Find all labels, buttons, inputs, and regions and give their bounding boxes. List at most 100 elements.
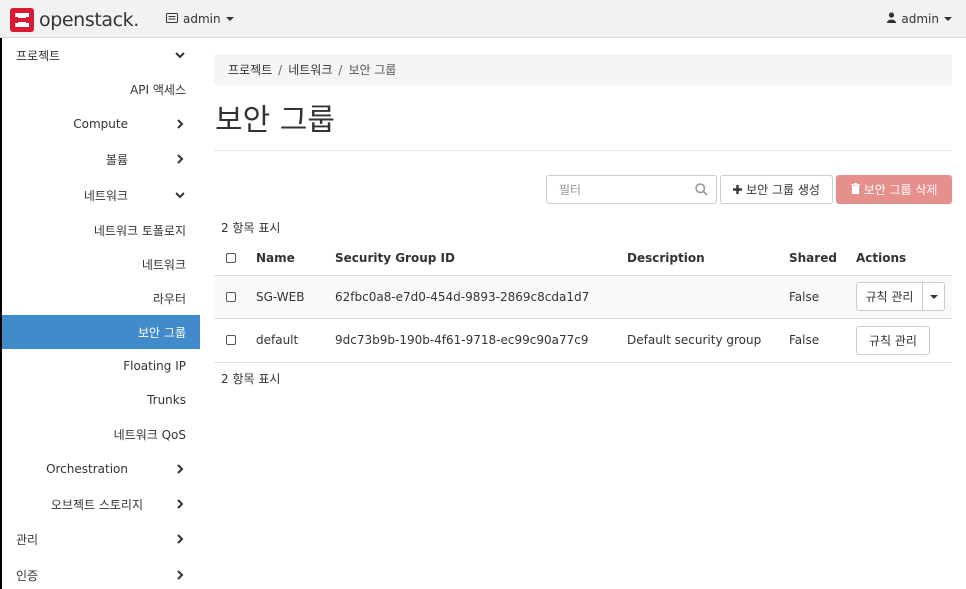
sidebar-item-routers[interactable]: 라우터 (2, 281, 200, 315)
cell-shared: False (789, 275, 856, 319)
security-groups-table: Name Security Group ID Description Share… (214, 242, 952, 363)
search-icon[interactable] (695, 183, 708, 199)
item-count-bottom: 2 항목 표시 (221, 372, 281, 386)
sidebar-item-label: Compute (73, 117, 128, 131)
row-action-group: 규칙 관리 (856, 282, 952, 311)
sidebar-item-network-qos[interactable]: 네트워크 QoS (2, 417, 200, 451)
sidebar-item-label: 보안 그룹 (138, 325, 186, 340)
user-name: admin (901, 12, 939, 26)
delete-security-groups-button[interactable]: 보안 그룹 삭제 (836, 175, 952, 204)
sidebar-item-label: Trunks (147, 393, 186, 407)
sidebar-item-trunks[interactable]: Trunks (2, 383, 200, 417)
column-header-description[interactable]: Description (627, 242, 789, 276)
chevron-right-icon (177, 534, 184, 544)
cell-description: Default security group (627, 318, 789, 363)
cell-name: SG-WEB (256, 275, 335, 319)
row-checkbox[interactable] (226, 291, 236, 302)
openstack-logo-icon (10, 8, 34, 32)
sidebar-item-label: 네트워크 토폴로지 (93, 223, 186, 238)
breadcrumb-separator: / (278, 62, 283, 77)
sidebar-item-label: 프로젝트 (16, 48, 61, 63)
chevron-down-icon (175, 192, 185, 199)
breadcrumb-link-project[interactable]: 프로젝트 (228, 61, 272, 78)
column-header-name[interactable]: Name (256, 242, 335, 276)
sidebar-item-project[interactable]: 프로젝트 (2, 38, 200, 72)
chevron-right-icon (177, 464, 184, 474)
filter-field (546, 175, 717, 204)
brand-name: openstack. (39, 9, 139, 31)
user-dropdown[interactable]: admin (887, 12, 952, 26)
project-name: admin (183, 12, 221, 26)
caret-down-icon (929, 294, 938, 299)
manage-rules-button[interactable]: 규칙 관리 (856, 325, 930, 355)
sidebar-item-label: Floating IP (123, 359, 186, 373)
cell-actions: 규칙 관리 (856, 318, 952, 363)
chevron-right-icon (177, 499, 184, 509)
chevron-right-icon (177, 119, 184, 129)
sidebar-item-label: 네트워크 (141, 257, 186, 272)
sidebar-item-label: 관리 (16, 532, 39, 547)
project-list-icon (166, 12, 178, 26)
sidebar-item-admin[interactable]: 관리 (2, 522, 200, 556)
create-security-group-button[interactable]: 보안 그룹 생성 (720, 175, 833, 204)
row-select-cell (214, 318, 256, 363)
column-header-shared[interactable]: Shared (789, 242, 856, 276)
title-divider (214, 150, 952, 151)
select-all-header (214, 242, 256, 276)
cell-id[interactable]: 62fbc0a8-e7d0-454d-9893-2869c8cda1d7 (335, 275, 627, 319)
cell-description (627, 275, 789, 319)
table-row: default 9dc73b9b-190b-4f61-9718-ec99c90a… (214, 318, 952, 363)
sidebar-item-identity[interactable]: 인증 (2, 558, 200, 589)
chevron-right-icon (177, 570, 184, 580)
sidebar-item-compute[interactable]: Compute (2, 107, 200, 141)
delete-button-label: 보안 그룹 삭제 (863, 183, 938, 197)
item-count-top: 2 항목 표시 (221, 221, 281, 235)
chevron-down-icon (175, 52, 185, 59)
manage-rules-button[interactable]: 규칙 관리 (856, 282, 923, 311)
sidebar-item-label: 네트워크 QoS (113, 427, 186, 442)
sidebar-item-label: API 액세스 (130, 82, 186, 97)
page-title: 보안 그룹 (215, 103, 335, 138)
sidebar-item-label: 오브젝트 스토리지 (50, 497, 143, 512)
sidebar-item-network-topology[interactable]: 네트워크 토폴로지 (2, 213, 200, 247)
cell-id[interactable]: 9dc73b9b-190b-4f61-9718-ec99c90a77c9 (335, 318, 627, 363)
table-row: SG-WEB 62fbc0a8-e7d0-454d-9893-2869c8cda… (214, 275, 952, 319)
brand-logo-link[interactable]: openstack. (10, 8, 139, 32)
row-select-cell (214, 275, 256, 319)
cell-actions: 규칙 관리 (856, 275, 952, 319)
plus-icon (733, 183, 743, 197)
sidebar-item-object-storage[interactable]: 오브젝트 스토리지 (2, 487, 200, 521)
sidebar-item-label: 볼륨 (105, 152, 128, 167)
column-header-actions: Actions (856, 242, 952, 276)
sidebar-item-api-access[interactable]: API 액세스 (2, 72, 200, 106)
chevron-right-icon (177, 154, 184, 164)
top-navbar: openstack. admin admin (0, 0, 966, 38)
breadcrumb-link-network[interactable]: 네트워크 (288, 61, 332, 78)
breadcrumb-separator: / (338, 62, 343, 77)
select-all-checkbox[interactable] (226, 253, 236, 264)
sidebar-item-label: 네트워크 (83, 188, 128, 203)
column-header-id[interactable]: Security Group ID (335, 242, 627, 276)
caret-down-icon (944, 17, 952, 21)
sidebar-item-orchestration[interactable]: Orchestration (2, 452, 200, 486)
sidebar-item-security-groups[interactable]: 보안 그룹 (2, 315, 200, 349)
breadcrumb: 프로젝트 / 네트워크 / 보안 그룹 (214, 54, 952, 85)
sidebar: 프로젝트 API 액세스 Compute 볼륨 네트워크 네트워크 토폴로지 네… (2, 38, 200, 589)
caret-down-icon (225, 17, 234, 21)
row-checkbox[interactable] (226, 335, 236, 345)
cell-name: default (256, 318, 335, 363)
table-header-row: Name Security Group ID Description Share… (214, 242, 952, 276)
cell-shared: False (789, 318, 856, 363)
sidebar-item-label: Orchestration (46, 462, 128, 476)
trash-icon (850, 182, 860, 197)
sidebar-item-floating-ip[interactable]: Floating IP (2, 349, 200, 383)
project-dropdown[interactable]: admin (166, 12, 234, 26)
sidebar-item-network[interactable]: 네트워크 (2, 178, 200, 212)
sidebar-item-label: 라우터 (152, 291, 186, 306)
more-actions-toggle[interactable] (923, 282, 945, 311)
filter-input[interactable] (547, 176, 687, 203)
sidebar-item-label: 인증 (16, 568, 39, 583)
user-icon (887, 12, 897, 26)
sidebar-item-volumes[interactable]: 볼륨 (2, 142, 200, 176)
sidebar-item-networks[interactable]: 네트워크 (2, 247, 200, 281)
